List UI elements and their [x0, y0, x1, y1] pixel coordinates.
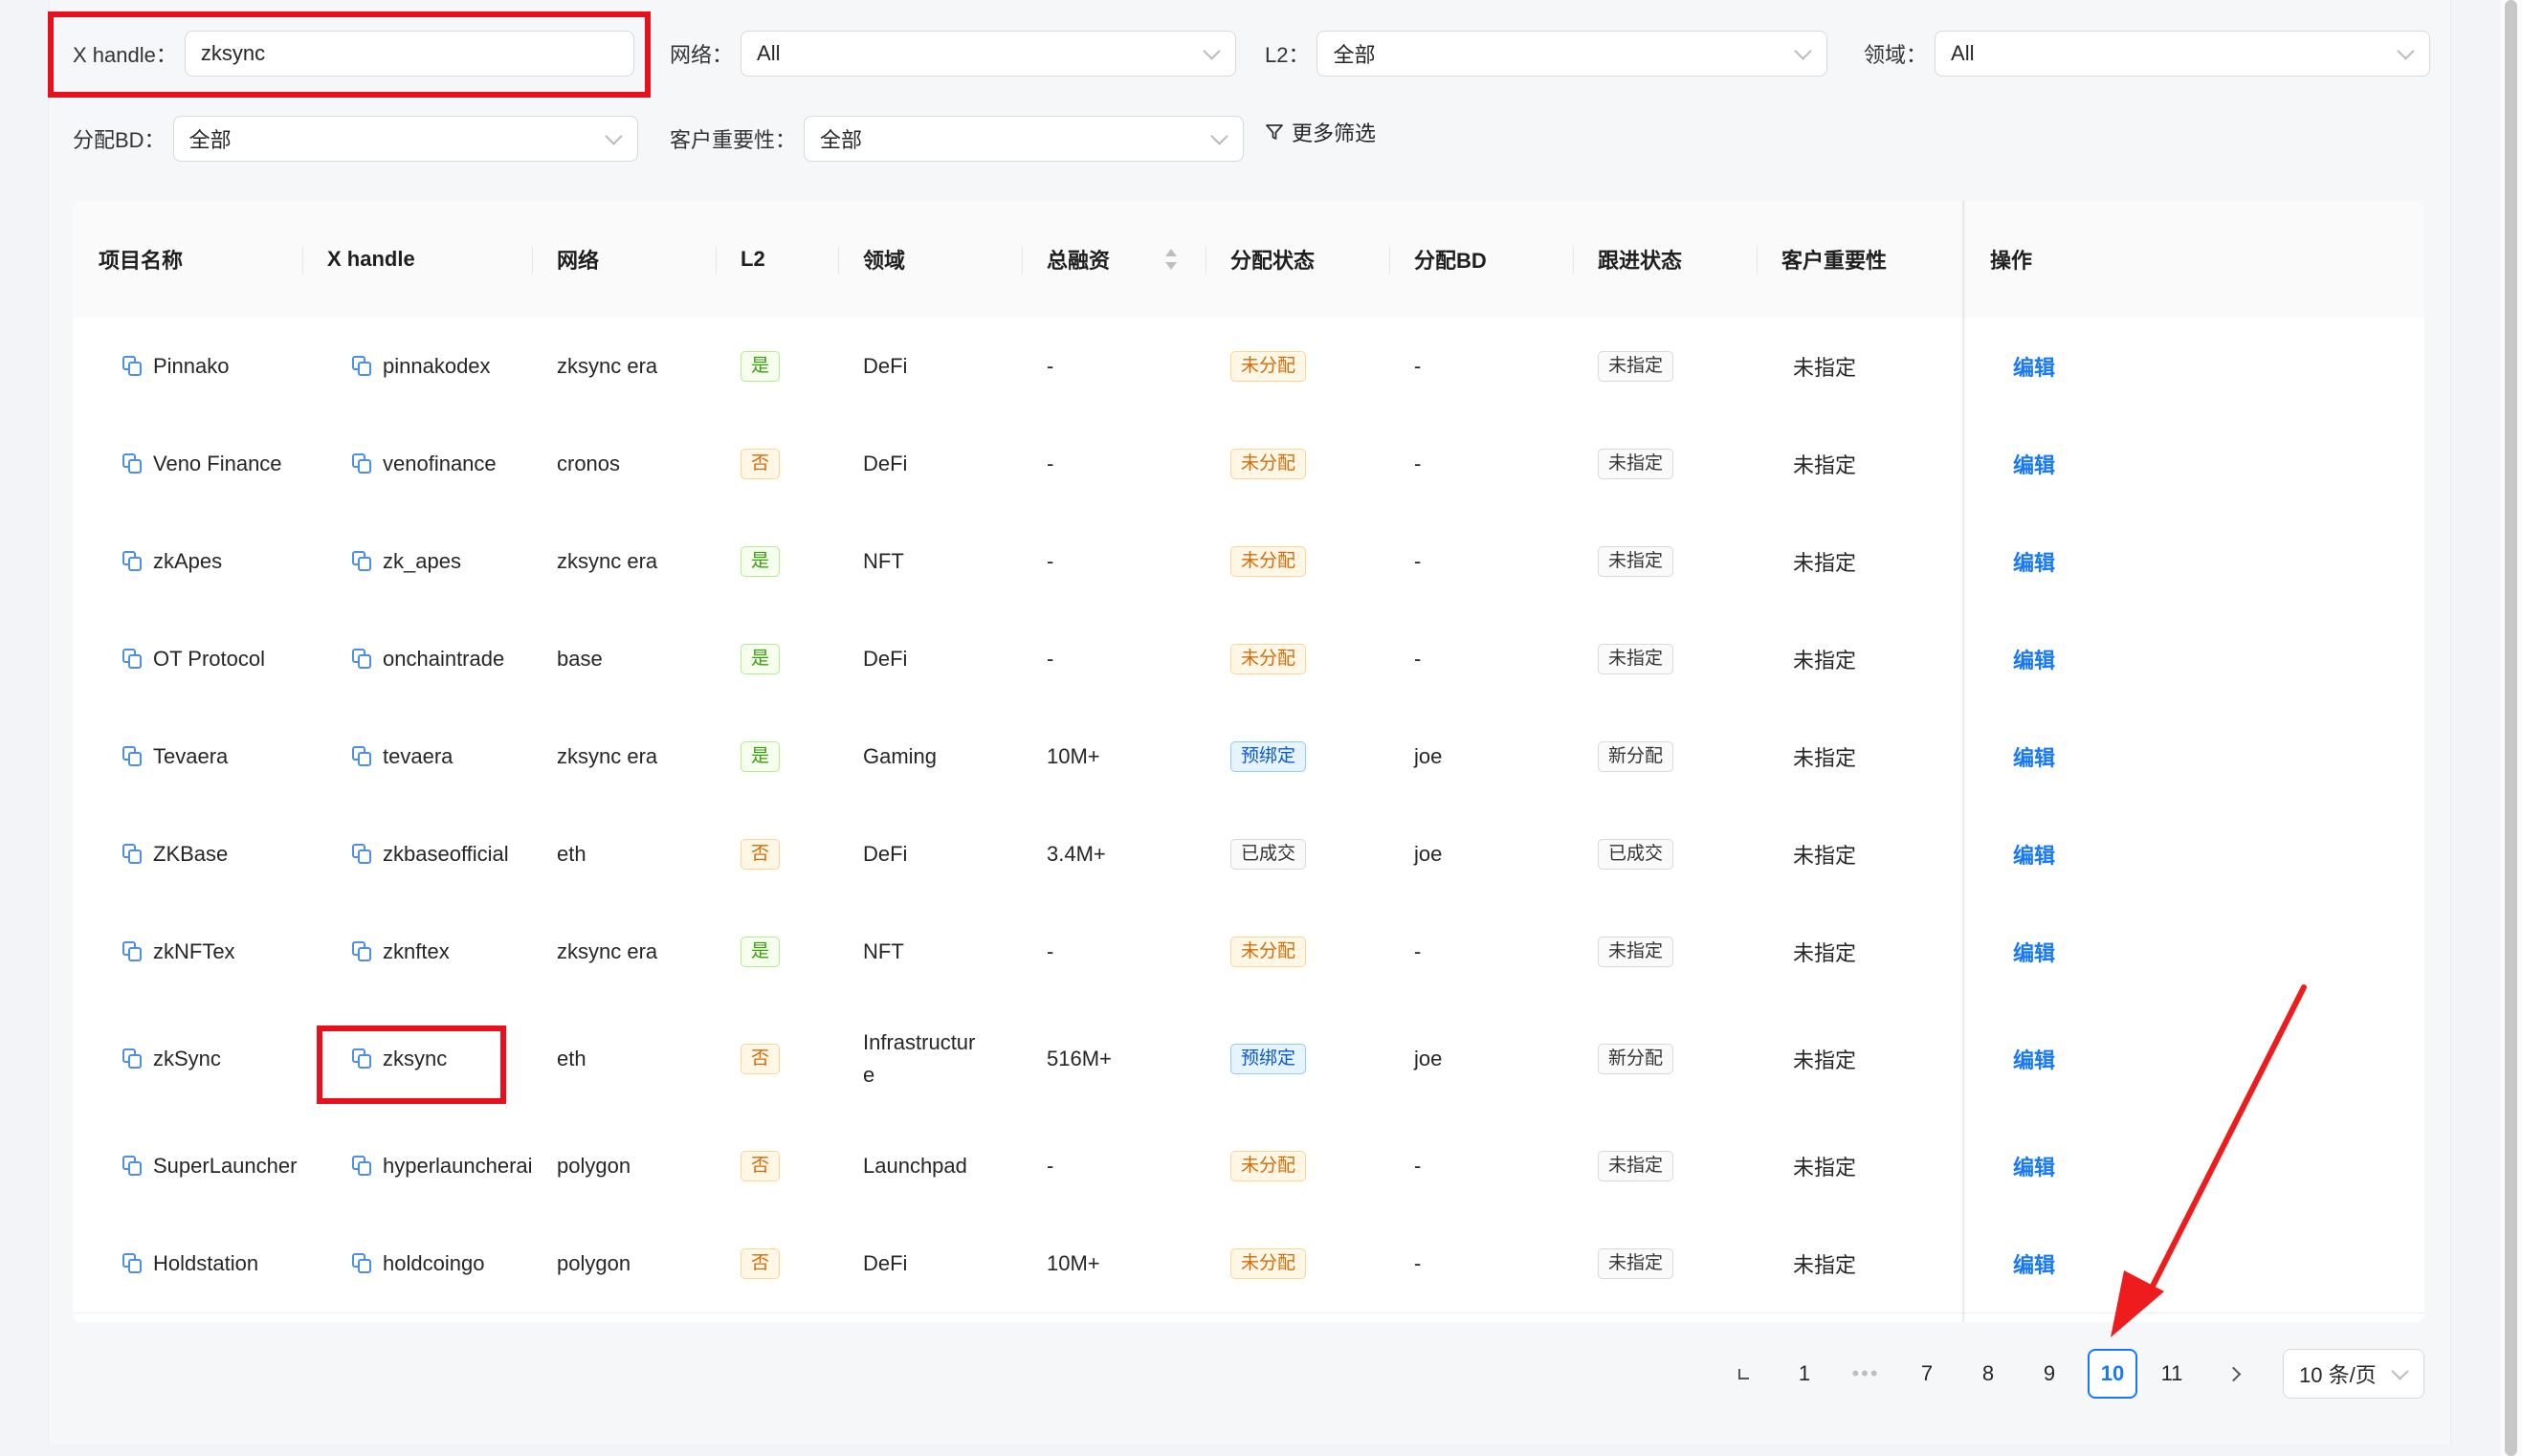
annotation-arrow [2111, 984, 2307, 1337]
